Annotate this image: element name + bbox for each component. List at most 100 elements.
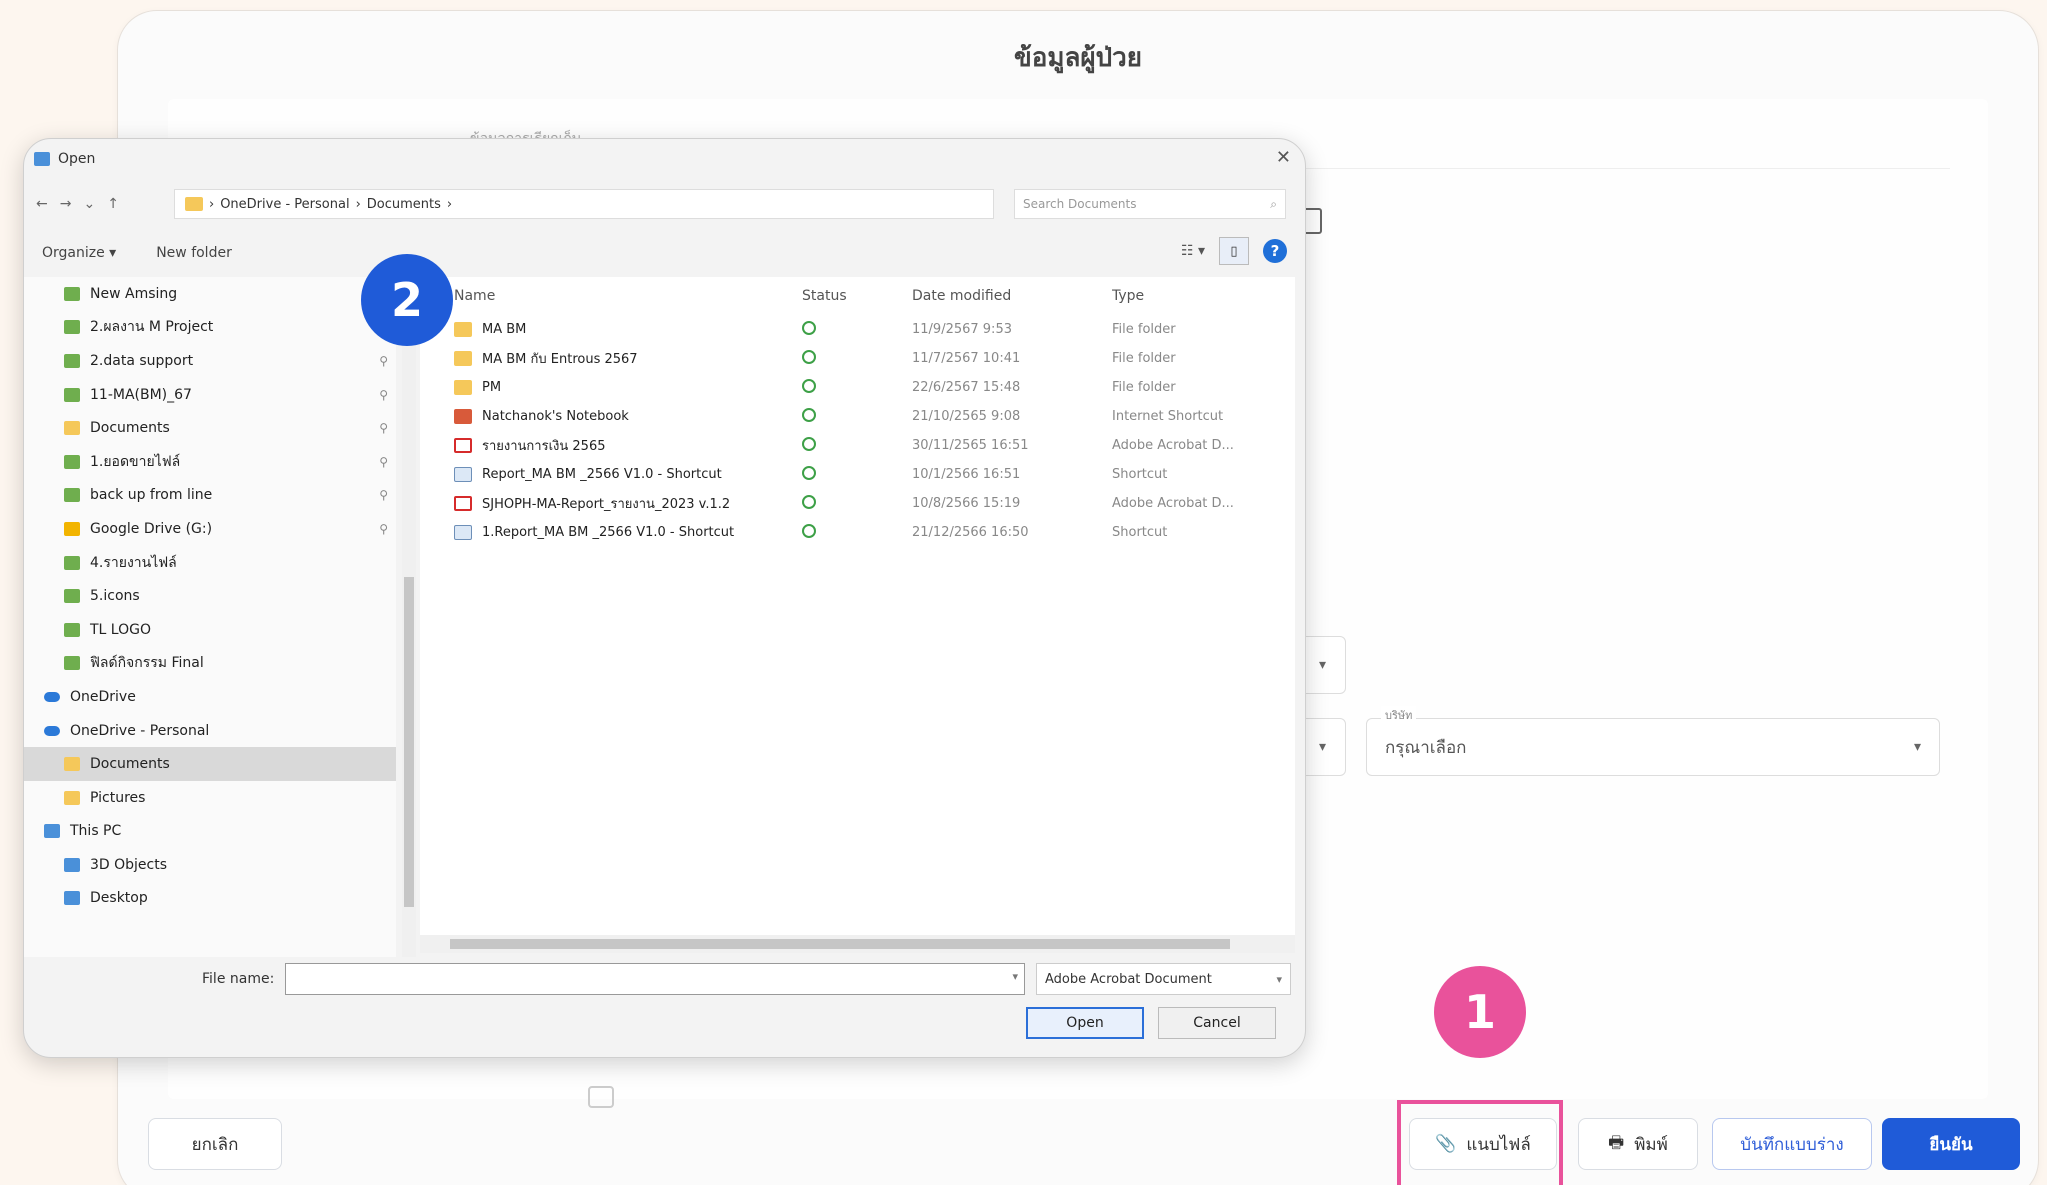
nav-item[interactable]: ฟิลด์กิจกรรม Final [24, 647, 396, 681]
folder-icon [185, 197, 203, 211]
file-row[interactable]: MA BM 11/9/2567 9:53 File folder [420, 315, 1295, 344]
file-date: 10/1/2566 16:51 [912, 467, 1021, 482]
nav-item-label: 2.ผลงาน M Project [90, 319, 214, 336]
horizontal-scrollbar-thumb[interactable] [450, 939, 1230, 949]
folder-icon [64, 656, 80, 671]
folder-icon [454, 322, 472, 337]
column-date-modified[interactable]: Date modified [912, 288, 1112, 304]
active-checkbox[interactable] [588, 1086, 614, 1108]
folder-icon [64, 488, 80, 503]
preview-pane-icon[interactable]: ▯ [1219, 237, 1249, 265]
column-name[interactable]: Name [420, 288, 802, 304]
file-type: File folder [1112, 351, 1176, 366]
help-icon[interactable]: ? [1263, 239, 1287, 263]
file-row[interactable]: 1.Report_MA BM _2566 V1.0 - Shortcut 21/1… [420, 518, 1295, 547]
nav-item-label: TL LOGO [90, 621, 151, 638]
nav-item[interactable]: 1.ยอดขายไฟล์ ⚲ [24, 445, 396, 479]
file-type: File folder [1112, 322, 1176, 337]
file-row[interactable]: รายงานการเงิน 2565 30/11/2565 16:51 Adobe … [420, 431, 1295, 460]
up-icon[interactable]: ↑ [107, 196, 119, 212]
nav-scrollbar-thumb[interactable] [404, 577, 414, 907]
nav-item-label: 4.รายงานไฟล์ [90, 554, 177, 571]
print-button[interactable]: 🖶 พิมพ์ [1578, 1118, 1698, 1170]
file-name: รายงานการเงิน 2565 [482, 439, 606, 454]
shortcut-icon [454, 467, 472, 482]
pin-icon: ⚲ [379, 454, 388, 469]
step-1-badge: 1 [1434, 966, 1526, 1058]
address-bar[interactable]: › OneDrive - Personal › Documents › [174, 189, 994, 219]
file-row[interactable]: Natchanok's Notebook 21/10/2565 9:08 Inter… [420, 402, 1295, 431]
nav-item[interactable]: back up from line ⚲ [24, 479, 396, 513]
chevron-down-icon[interactable]: ▾ [1012, 970, 1018, 983]
file-date: 10/8/2566 15:19 [912, 496, 1021, 511]
nav-item[interactable]: OneDrive [24, 680, 396, 714]
nav-item[interactable]: 2.data support ⚲ [24, 344, 396, 378]
nav-item[interactable]: 11-MA(BM)_67 ⚲ [24, 378, 396, 412]
back-icon[interactable]: ← [36, 196, 48, 212]
breadcrumb-onedrive[interactable]: OneDrive - Personal [220, 197, 349, 212]
file-status-cell [802, 523, 912, 542]
nav-item[interactable]: Pictures [24, 781, 396, 815]
nav-item[interactable]: This PC [24, 815, 396, 849]
dropdown-partial-2[interactable]: ▾ [1300, 718, 1346, 776]
file-row[interactable]: MA BM กับ Entrous 2567 11/7/2567 10:41 Fil… [420, 344, 1295, 373]
open-button[interactable]: Open [1026, 1007, 1144, 1039]
nav-item[interactable]: TL LOGO [24, 613, 396, 647]
file-row[interactable]: SJHOPH-MA-Report_รายงาน_2023 v.1.2 10/8/2… [420, 489, 1295, 518]
column-status[interactable]: Status [802, 288, 912, 304]
nav-item[interactable]: Desktop [24, 882, 396, 916]
web-shortcut-icon [454, 409, 472, 424]
nav-scrollbar[interactable] [402, 277, 416, 957]
organize-menu[interactable]: Organize ▾ [42, 245, 116, 261]
nav-item[interactable]: 4.รายงานไฟล์ [24, 546, 396, 580]
nav-item[interactable]: Documents ⚲ [24, 411, 396, 445]
drive-icon [64, 521, 80, 536]
nav-item[interactable]: 5.icons [24, 579, 396, 613]
pin-icon: ⚲ [379, 521, 388, 536]
shortcut-icon [454, 525, 472, 540]
dialog-cancel-button[interactable]: Cancel [1158, 1007, 1276, 1039]
chevron-down-icon[interactable]: ⌄ [83, 196, 95, 212]
nav-item[interactable]: New Amsing [24, 277, 396, 311]
cancel-button[interactable]: ยกเลิก [148, 1118, 282, 1170]
file-row[interactable]: PM 22/6/2567 15:48 File folder [420, 373, 1295, 402]
file-rows: MA BM 11/9/2567 9:53 File folder MA BM กับ … [420, 315, 1295, 547]
file-type-select[interactable]: Adobe Acrobat Document ▾ [1036, 963, 1291, 995]
file-status-cell [802, 378, 912, 397]
file-status-cell [802, 436, 912, 455]
file-status-cell [802, 320, 912, 339]
new-folder-button[interactable]: New folder [156, 245, 232, 261]
navigation-pane: New Amsing 2.ผลงาน M Project 2.data suppor… [24, 277, 396, 957]
view-options-icon[interactable]: ☷ ▾ [1181, 243, 1205, 259]
confirm-button[interactable]: ยืนยัน [1882, 1118, 2020, 1170]
nav-item[interactable]: 3D Objects [24, 848, 396, 882]
nav-item[interactable]: Documents [24, 747, 396, 781]
dropdown-partial-1[interactable]: ▾ [1300, 636, 1346, 694]
file-date: 21/10/2565 9:08 [912, 409, 1021, 424]
file-name-cell: SJHOPH-MA-Report_รายงาน_2023 v.1.2 [420, 493, 802, 514]
file-date: 11/9/2567 9:53 [912, 322, 1012, 337]
nav-item[interactable]: 2.ผลงาน M Project [24, 311, 396, 345]
sync-status-icon [802, 349, 816, 364]
search-input[interactable]: Search Documents ⌕ [1014, 189, 1286, 219]
forward-icon[interactable]: → [60, 196, 72, 212]
nav-item[interactable]: Google Drive (G:) ⚲ [24, 512, 396, 546]
file-type: Shortcut [1112, 467, 1168, 482]
column-type[interactable]: Type [1112, 288, 1272, 304]
file-name-input[interactable]: ▾ [285, 963, 1025, 995]
file-name: SJHOPH-MA-Report_รายงาน_2023 v.1.2 [482, 497, 731, 512]
folder-icon [64, 286, 80, 301]
file-name: 1.Report_MA BM _2566 V1.0 - Shortcut [482, 525, 735, 540]
file-status-cell [802, 465, 912, 484]
open-file-dialog: Open ✕ ← → ⌄ ↑ › OneDrive - Personal › D… [23, 138, 1306, 1058]
file-row[interactable]: Report_MA BM _2566 V1.0 - Shortcut 10/1/2… [420, 460, 1295, 489]
file-date: 11/7/2567 10:41 [912, 351, 1021, 366]
file-name-cell: MA BM [420, 322, 802, 337]
close-icon[interactable]: ✕ [1276, 147, 1291, 168]
file-date: 30/11/2565 16:51 [912, 438, 1029, 453]
company-select[interactable]: บริษัท กรุณาเลือก ▾ [1366, 706, 1940, 776]
breadcrumb-documents[interactable]: Documents [367, 197, 441, 212]
horizontal-scrollbar[interactable] [420, 935, 1295, 953]
nav-item[interactable]: OneDrive - Personal [24, 714, 396, 748]
save-draft-button[interactable]: บันทึกแบบร่าง [1712, 1118, 1872, 1170]
